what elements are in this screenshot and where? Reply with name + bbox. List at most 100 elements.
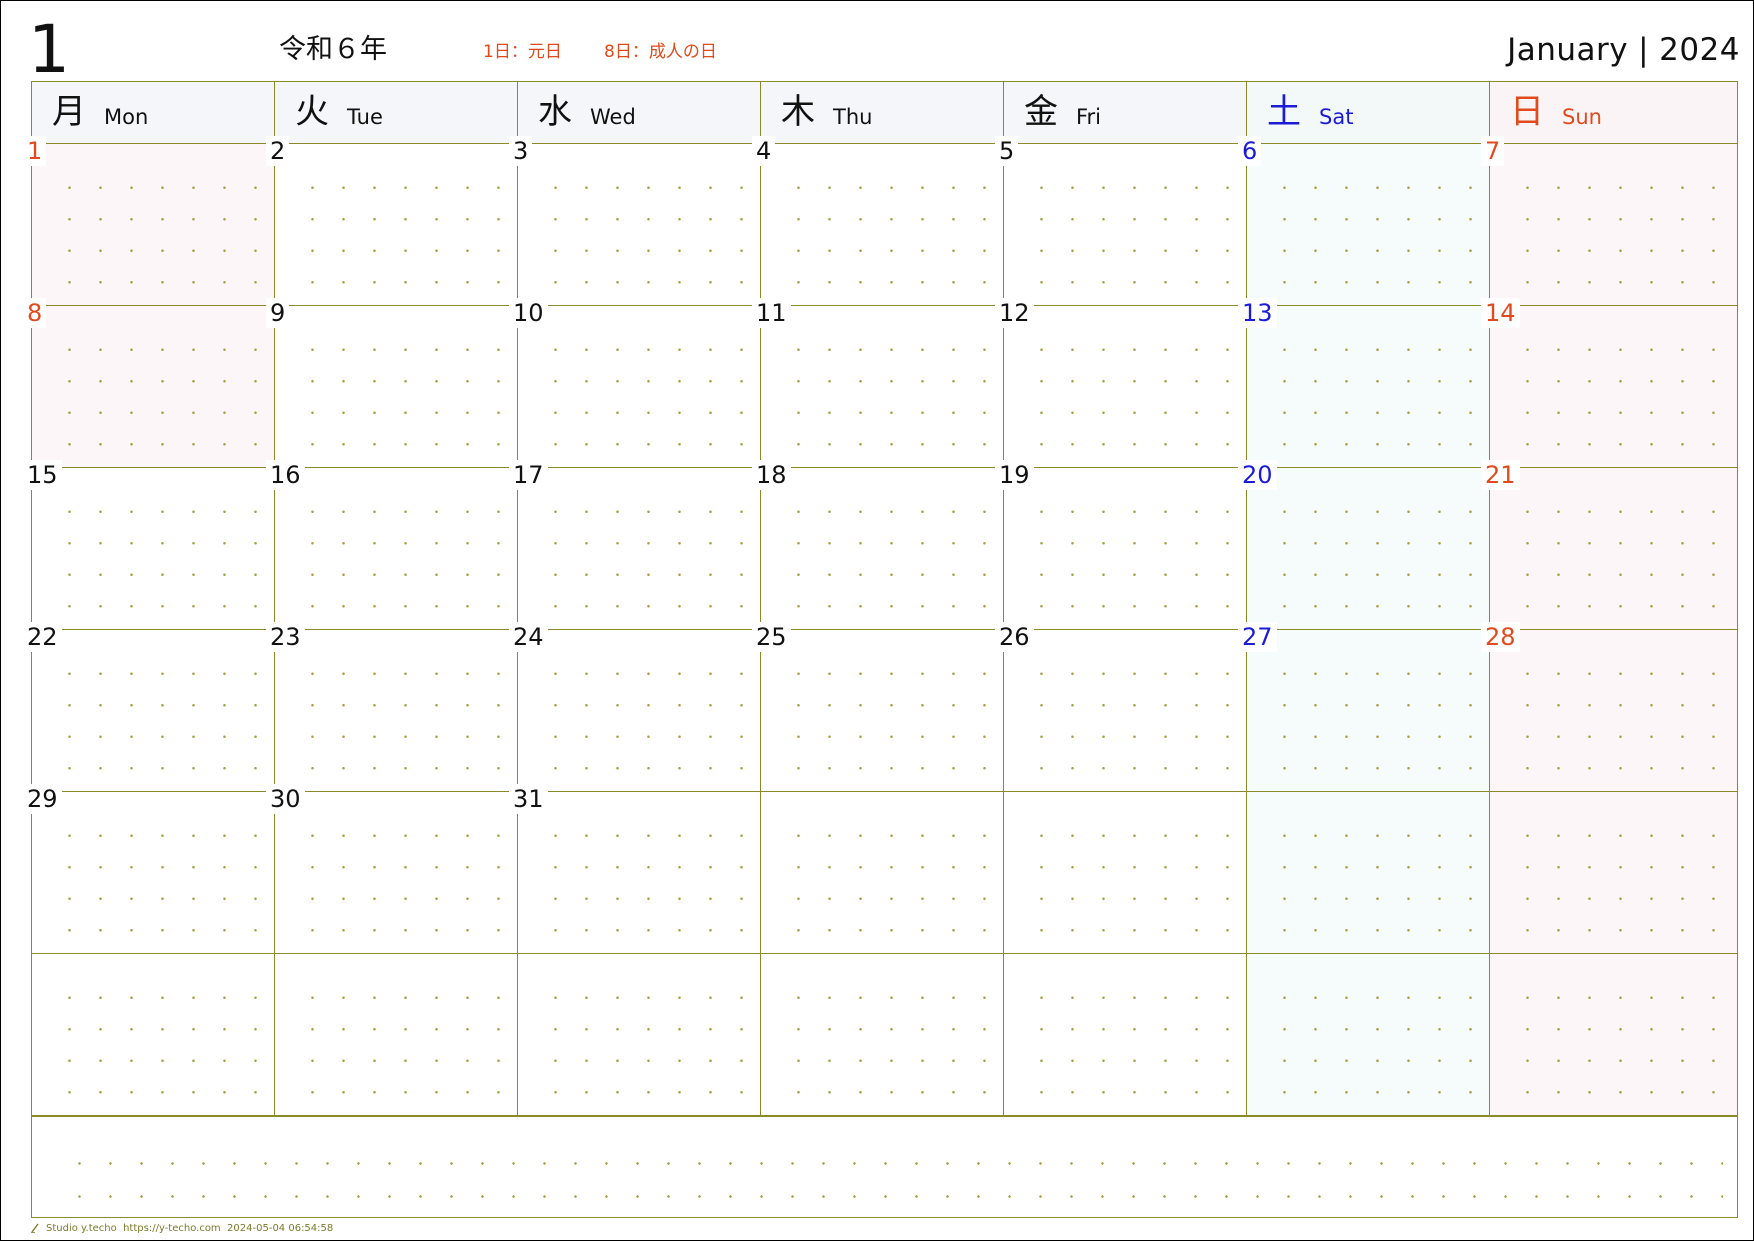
day-number: 21 — [1481, 460, 1520, 490]
day-cell[interactable]: 15 — [23, 460, 275, 630]
day-cell[interactable]: 2 — [266, 136, 518, 306]
day-cell[interactable]: 12 — [995, 298, 1247, 468]
day-cell[interactable]: 19 — [995, 460, 1247, 630]
day-number: 14 — [1481, 298, 1520, 328]
day-number: 13 — [1238, 298, 1277, 328]
dot-grid — [1026, 982, 1238, 1109]
dot-grid — [783, 172, 995, 299]
day-cell[interactable]: 9 — [266, 298, 518, 468]
weekday-english: Fri — [1076, 105, 1102, 129]
day-cell[interactable]: 10 — [509, 298, 761, 468]
footer-timestamp: 2024-05-04 06:54:58 — [227, 1223, 334, 1234]
weekday-kanji: 金 — [1024, 92, 1058, 132]
day-cell[interactable] — [761, 792, 1004, 954]
notes-area[interactable] — [32, 1116, 1737, 1217]
day-cell[interactable] — [32, 954, 275, 1116]
dot-grid — [297, 172, 509, 299]
day-cell[interactable] — [1004, 792, 1247, 954]
day-cell[interactable]: 18 — [752, 460, 1004, 630]
day-cell[interactable]: 30 — [266, 784, 518, 954]
day-cell[interactable]: 20 — [1238, 460, 1490, 630]
day-cell[interactable]: 5 — [995, 136, 1247, 306]
day-cell[interactable] — [518, 954, 761, 1116]
day-cell[interactable] — [1247, 954, 1490, 1116]
weekday-header-sat: 土 Sat — [1247, 82, 1490, 144]
day-number: 11 — [752, 298, 791, 328]
pen-logo-icon — [31, 1223, 39, 1233]
dot-grid — [54, 982, 266, 1109]
year: 2024 — [1659, 32, 1740, 68]
day-cell[interactable]: 27 — [1238, 622, 1490, 792]
day-cell[interactable]: 14 — [1481, 298, 1738, 468]
day-number: 10 — [509, 298, 548, 328]
day-cell[interactable]: 7 — [1481, 136, 1738, 306]
day-number: 29 — [23, 784, 62, 814]
day-cell[interactable]: 3 — [509, 136, 761, 306]
day-number: 23 — [266, 622, 305, 652]
day-cell[interactable]: 13 — [1238, 298, 1490, 468]
weekday-kanji: 水 — [538, 92, 572, 132]
dot-grid — [1269, 172, 1481, 299]
day-cell[interactable]: 29 — [23, 784, 275, 954]
title-separator: | — [1638, 32, 1650, 68]
dot-grid — [540, 172, 752, 299]
japanese-era-year: 令和６年 — [279, 34, 387, 65]
footer-brand: Studio y.techo — [46, 1223, 117, 1234]
dot-grid — [1512, 172, 1729, 299]
dot-grid — [1026, 334, 1238, 461]
dot-grid — [54, 658, 266, 785]
dot-grid — [1269, 982, 1481, 1109]
day-cell[interactable]: 17 — [509, 460, 761, 630]
day-cell[interactable] — [1247, 792, 1490, 954]
day-cell[interactable]: 26 — [995, 622, 1247, 792]
day-cell[interactable]: 25 — [752, 622, 1004, 792]
day-cell[interactable] — [275, 954, 518, 1116]
dot-grid — [783, 334, 995, 461]
weekday-header-fri: 金 Fri — [1004, 82, 1247, 144]
dot-grid — [54, 496, 266, 623]
weekday-header-wed: 水 Wed — [518, 82, 761, 144]
day-cell[interactable]: 16 — [266, 460, 518, 630]
weekday-kanji: 月 — [52, 92, 86, 132]
day-number: 26 — [995, 622, 1034, 652]
dot-grid — [54, 172, 266, 299]
dot-grid — [1512, 982, 1729, 1109]
day-cell[interactable] — [1490, 792, 1738, 954]
day-cell[interactable]: 11 — [752, 298, 1004, 468]
day-cell[interactable]: 21 — [1481, 460, 1738, 630]
weekday-english: Sat — [1319, 105, 1354, 129]
dot-grid — [1026, 172, 1238, 299]
dot-grid — [1512, 820, 1729, 947]
day-number: 19 — [995, 460, 1034, 490]
footer-url[interactable]: https://y-techo.com — [123, 1223, 221, 1234]
dot-grid — [783, 658, 995, 785]
weekday-english: Wed — [590, 105, 636, 129]
day-cell[interactable]: 22 — [23, 622, 275, 792]
day-cell[interactable]: 23 — [266, 622, 518, 792]
day-number: 9 — [266, 298, 290, 328]
dot-grid — [1026, 658, 1238, 785]
dot-grid — [1269, 334, 1481, 461]
day-cell[interactable]: 4 — [752, 136, 1004, 306]
day-cell[interactable]: 8 — [23, 298, 275, 468]
day-number: 8 — [23, 298, 47, 328]
day-cell[interactable] — [761, 954, 1004, 1116]
holiday-note: 8日：成人の日 — [604, 42, 717, 62]
dot-grid — [1269, 658, 1481, 785]
dot-grid — [1269, 820, 1481, 947]
day-cell[interactable] — [1004, 954, 1247, 1116]
dot-grid — [297, 982, 509, 1109]
dot-grid — [783, 982, 995, 1109]
day-number: 6 — [1238, 136, 1262, 166]
day-cell[interactable]: 1 — [23, 136, 275, 306]
weekday-kanji: 日 — [1510, 92, 1544, 132]
dot-grid — [1026, 496, 1238, 623]
day-number: 31 — [509, 784, 548, 814]
day-cell[interactable] — [1490, 954, 1738, 1116]
day-cell[interactable]: 28 — [1481, 622, 1738, 792]
day-cell[interactable]: 6 — [1238, 136, 1490, 306]
dot-grid — [297, 658, 509, 785]
day-cell[interactable]: 31 — [509, 784, 761, 954]
weekday-kanji: 土 — [1267, 92, 1301, 132]
day-cell[interactable]: 24 — [509, 622, 761, 792]
